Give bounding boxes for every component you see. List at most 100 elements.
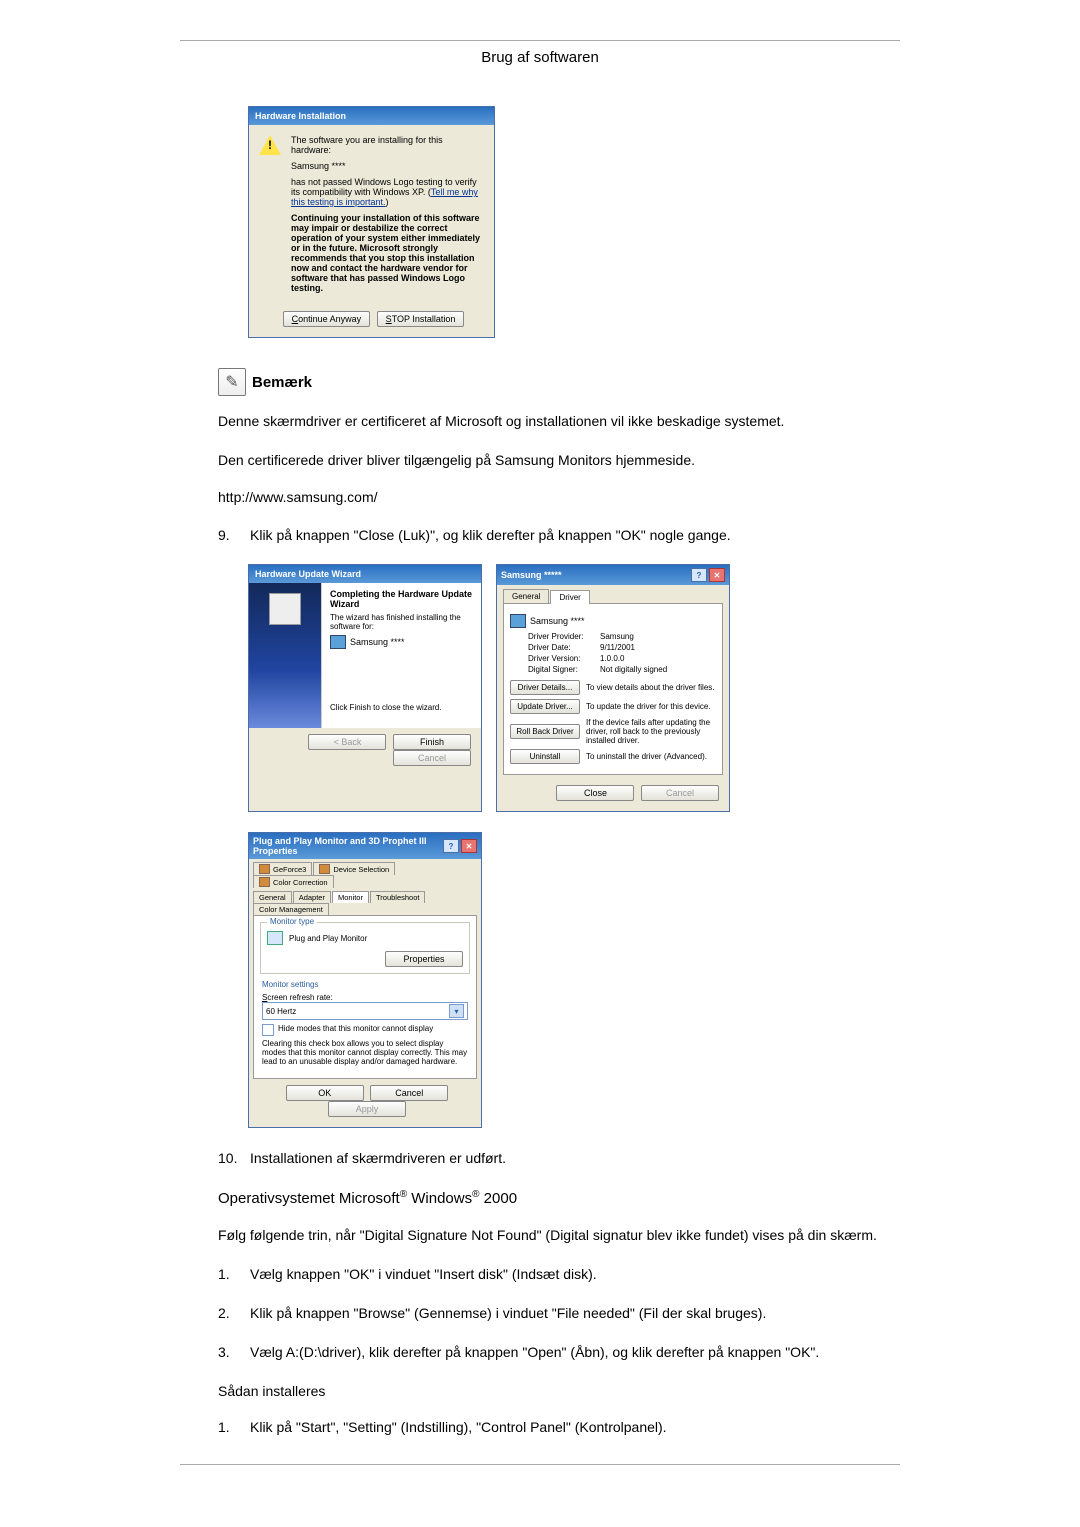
button-description: To update the driver for this device. xyxy=(586,702,716,711)
dialog-title: Hardware Installation xyxy=(249,107,494,125)
tab-monitor[interactable]: Monitor xyxy=(332,891,369,903)
stop-installation-button[interactable]: STOP Installation xyxy=(377,311,465,327)
driver-properties-dialog: Samsung ***** ? ✕ General Driver Samsung… xyxy=(496,564,730,812)
list-item: 9. Klik på knappen "Close (Luk)", og kli… xyxy=(218,525,900,546)
tab-geforce3[interactable]: GeForce3 xyxy=(253,862,312,875)
value: 1.0.0.0 xyxy=(600,654,624,663)
roll-back-driver-button[interactable]: Roll Back Driver xyxy=(510,724,580,739)
hardware-update-wizard-dialog: Hardware Update Wizard Completing the Ha… xyxy=(248,564,482,812)
step-text: Klik på knappen "Browse" (Gennemse) i vi… xyxy=(250,1303,900,1324)
driver-details-button[interactable]: Driver Details... xyxy=(510,680,580,695)
cancel-button: Cancel xyxy=(393,750,471,766)
section-heading: Operativsystemet Microsoft® Windows® 200… xyxy=(218,1189,900,1207)
hint-text: Clearing this check box allows you to se… xyxy=(262,1039,468,1066)
list-item: 2. Klik på knappen "Browse" (Gennemse) i… xyxy=(218,1303,900,1324)
nvidia-icon xyxy=(259,864,270,874)
dialog-text: has not passed Windows Logo testing to v… xyxy=(291,177,482,207)
tab-device-selection[interactable]: Device Selection xyxy=(313,862,395,875)
monitor-name: Plug and Play Monitor xyxy=(289,934,367,943)
help-icon[interactable]: ? xyxy=(443,839,459,853)
wizard-subtext: The wizard has finished installing the s… xyxy=(330,613,473,631)
cancel-button[interactable]: Cancel xyxy=(370,1085,448,1101)
hide-modes-checkbox[interactable] xyxy=(262,1024,274,1036)
tab-color-correction[interactable]: Color Correction xyxy=(253,875,334,888)
value: Not digitally signed xyxy=(600,665,667,674)
label: Screen refresh rate: xyxy=(262,993,468,1002)
wizard-heading: Completing the Hardware Update Wizard xyxy=(330,589,473,609)
step-number: 1. xyxy=(218,1264,250,1285)
step-number: 2. xyxy=(218,1303,250,1324)
step-number: 9. xyxy=(218,525,250,546)
label: Digital Signer: xyxy=(528,665,600,674)
apply-button: Apply xyxy=(328,1101,406,1117)
step-number: 10. xyxy=(218,1148,250,1169)
body-text: Følg følgende trin, når "Digital Signatu… xyxy=(218,1225,900,1246)
update-driver-button[interactable]: Update Driver... xyxy=(510,699,580,714)
step-number: 1. xyxy=(218,1417,250,1438)
list-item: 1. Vælg knappen "OK" i vinduet "Insert d… xyxy=(218,1264,900,1285)
dialog-title: Plug and Play Monitor and 3D Prophet III… xyxy=(253,836,443,856)
label: Driver Date: xyxy=(528,643,600,652)
list-item: 1. Klik på "Start", "Setting" (Indstilli… xyxy=(218,1417,900,1438)
section-heading: Sådan installeres xyxy=(218,1383,900,1399)
uninstall-button[interactable]: Uninstall xyxy=(510,749,580,764)
page-header: Brug af softwaren xyxy=(180,49,900,66)
dialog-text: The software you are installing for this… xyxy=(291,135,482,155)
body-text: Den certificerede driver bliver tilgænge… xyxy=(218,450,900,471)
help-icon[interactable]: ? xyxy=(691,568,707,582)
groupbox-title: Monitor type xyxy=(267,917,317,926)
refresh-rate-select[interactable]: 60 Hertz ▾ xyxy=(262,1002,468,1020)
hardware-installation-dialog: Hardware Installation ! The software you… xyxy=(248,106,495,338)
ok-button[interactable]: OK xyxy=(286,1085,364,1101)
close-icon[interactable]: ✕ xyxy=(461,839,477,853)
list-item: 10. Installationen af skærmdriveren er u… xyxy=(218,1148,900,1169)
value: 9/11/2001 xyxy=(600,643,635,652)
tab-troubleshoot[interactable]: Troubleshoot xyxy=(370,891,426,903)
button-description: If the device fails after updating the d… xyxy=(586,718,716,745)
warning-icon: ! xyxy=(259,135,281,155)
value: Samsung xyxy=(600,632,634,641)
tab-driver[interactable]: Driver xyxy=(550,590,589,604)
step-text: Vælg A:(D:\driver), klik derefter på kna… xyxy=(250,1342,900,1363)
monitor-icon xyxy=(267,931,283,945)
finish-button[interactable]: Finish xyxy=(393,734,471,750)
step-text: Klik på knappen "Close (Luk)", og klik d… xyxy=(250,525,900,546)
step-number: 3. xyxy=(218,1342,250,1363)
groupbox-title: Monitor settings xyxy=(262,980,318,989)
step-text: Installationen af skærmdriveren er udfør… xyxy=(250,1148,900,1169)
display-properties-dialog: Plug and Play Monitor and 3D Prophet III… xyxy=(248,832,482,1128)
close-button[interactable]: Close xyxy=(556,785,634,801)
wizard-hint: Click Finish to close the wizard. xyxy=(330,703,473,712)
label: Driver Provider: xyxy=(528,632,600,641)
checkbox-label: Hide modes that this monitor cannot disp… xyxy=(278,1024,433,1036)
body-text: Denne skærmdriver er certificeret af Mic… xyxy=(218,411,900,432)
device-name: Samsung **** xyxy=(291,161,482,171)
dialog-title: Hardware Update Wizard xyxy=(249,565,481,583)
properties-button[interactable]: Properties xyxy=(385,951,463,967)
close-icon[interactable]: ✕ xyxy=(709,568,725,582)
list-item: 3. Vælg A:(D:\driver), klik derefter på … xyxy=(218,1342,900,1363)
note-label: Bemærk xyxy=(252,374,312,391)
device-name: Samsung **** xyxy=(530,616,585,626)
monitor-icon xyxy=(510,614,526,628)
chevron-down-icon: ▾ xyxy=(449,1004,464,1018)
tab-general[interactable]: General xyxy=(253,891,292,903)
wizard-icon xyxy=(269,593,301,625)
tab-adapter[interactable]: Adapter xyxy=(293,891,331,903)
label: Driver Version: xyxy=(528,654,600,663)
back-button: < Back xyxy=(308,734,386,750)
device-name: Samsung **** xyxy=(350,637,405,647)
nvidia-icon xyxy=(259,877,270,887)
continue-anyway-button[interactable]: Continue Anyway xyxy=(283,311,371,327)
button-description: To view details about the driver files. xyxy=(586,683,716,692)
samsung-url: http://www.samsung.com/ xyxy=(218,489,900,505)
dialog-warning-text: Continuing your installation of this sof… xyxy=(291,213,482,293)
button-description: To uninstall the driver (Advanced). xyxy=(586,752,716,761)
tab-color-management[interactable]: Color Management xyxy=(253,903,329,915)
wizard-sidebar xyxy=(249,583,321,728)
nvidia-icon xyxy=(319,864,330,874)
dialog-title: Samsung ***** xyxy=(501,570,562,580)
tab-general[interactable]: General xyxy=(503,589,549,603)
monitor-icon xyxy=(330,635,346,649)
note-icon: ✎ xyxy=(218,368,246,396)
